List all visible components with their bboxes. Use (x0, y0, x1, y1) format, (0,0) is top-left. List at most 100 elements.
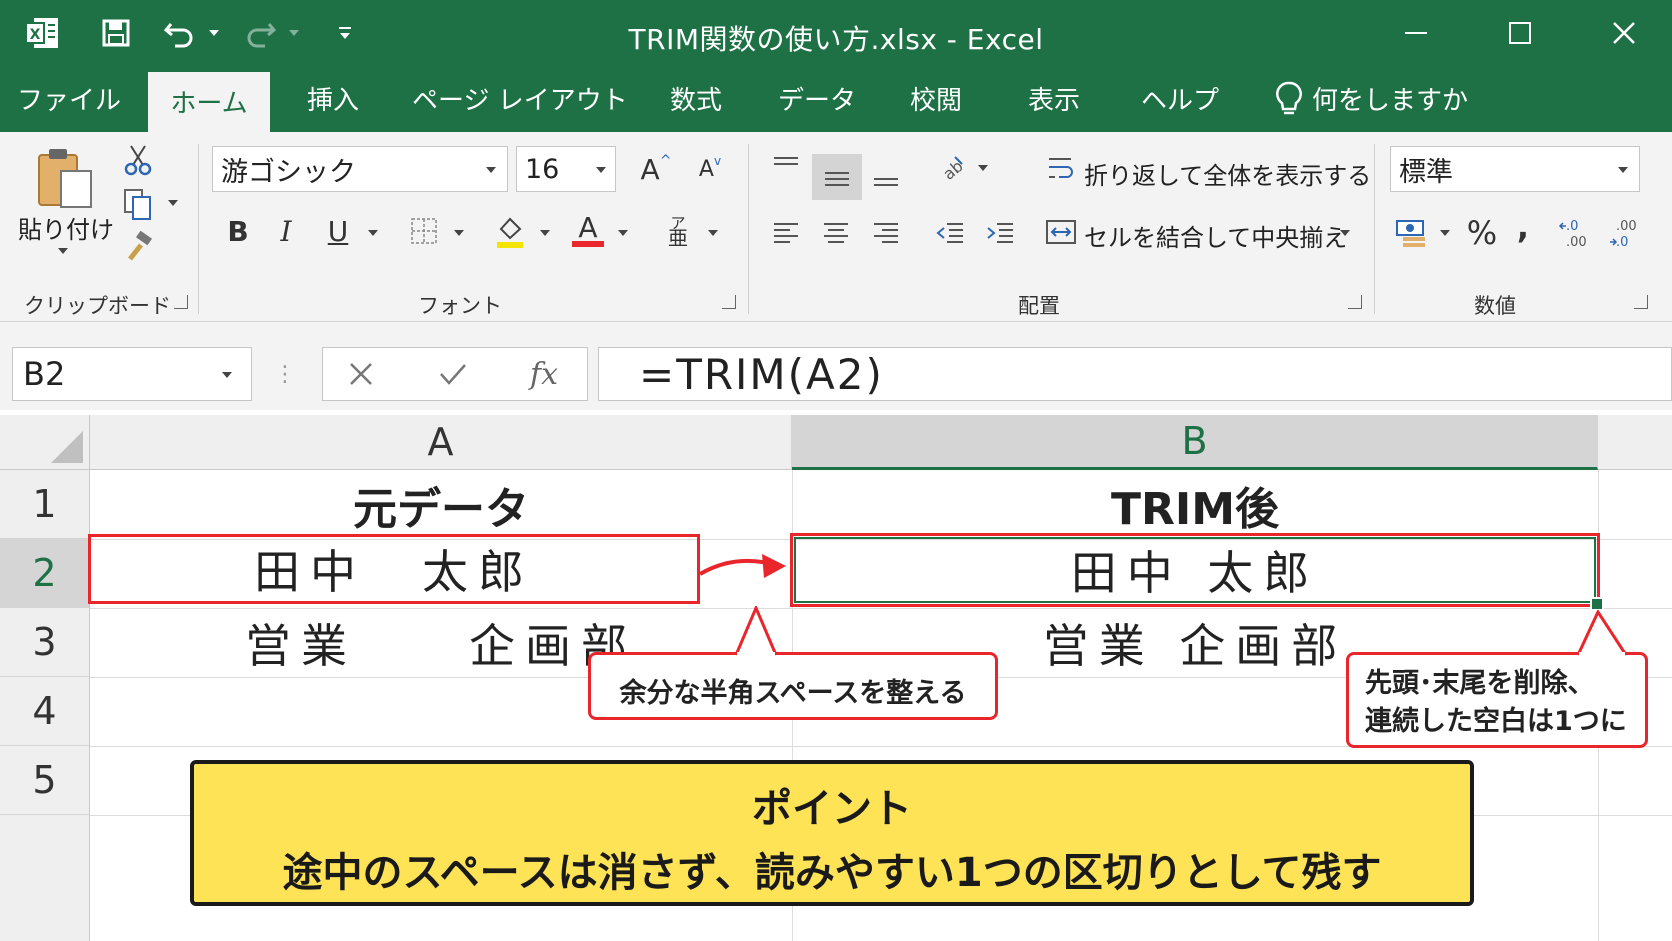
font-name-dropdown[interactable]: 游ゴシック (212, 146, 508, 192)
tab-home[interactable]: ホーム (148, 72, 270, 132)
increase-indent-icon[interactable] (980, 210, 1020, 256)
font-size-chevron-icon[interactable] (596, 167, 606, 173)
column-header-a[interactable]: A (90, 415, 792, 470)
comma-style-icon[interactable]: , (1508, 204, 1538, 250)
merge-center-label[interactable]: セルを結合して中央揃え (1084, 218, 1347, 253)
cancel-entry-icon[interactable] (341, 354, 381, 394)
number-launcher-icon[interactable] (1634, 295, 1648, 309)
alignment-launcher-icon[interactable] (1348, 295, 1362, 309)
number-format-value: 標準 (1399, 156, 1453, 188)
column-header-c[interactable] (1598, 415, 1672, 470)
insert-function-icon[interactable]: fx (519, 352, 569, 396)
name-box-chevron-icon[interactable] (222, 372, 232, 378)
enter-check-icon[interactable] (433, 354, 473, 394)
column-header-b[interactable]: B (792, 415, 1598, 470)
accounting-format-icon[interactable] (1392, 212, 1432, 254)
select-all-corner[interactable] (0, 415, 90, 470)
decrease-decimal-icon[interactable]: .00.0 (1606, 210, 1646, 256)
align-middle-icon[interactable] (812, 154, 862, 200)
merge-center-icon[interactable] (1044, 212, 1078, 252)
maximize-icon[interactable] (1490, 14, 1550, 52)
tab-insert[interactable]: 挿入 (288, 66, 378, 132)
wrap-text-icon[interactable] (1046, 150, 1076, 186)
increase-decimal-icon[interactable]: .0.00 (1556, 210, 1596, 256)
tab-review[interactable]: 校閲 (894, 66, 978, 132)
row-header-6[interactable] (0, 815, 90, 941)
font-color-icon[interactable]: A (568, 208, 608, 254)
svg-text:.00: .00 (1566, 235, 1587, 250)
svg-text:ab: ab (939, 156, 965, 183)
row-header-4[interactable]: 4 (0, 677, 90, 746)
align-bottom-icon[interactable] (866, 154, 906, 200)
svg-text:.0: .0 (1566, 219, 1578, 234)
wrap-text-label[interactable]: 折り返して全体を表示する (1084, 156, 1371, 191)
align-left-icon[interactable] (766, 210, 806, 256)
underline-icon[interactable]: U (318, 208, 358, 254)
italic-icon[interactable]: I (266, 208, 306, 254)
row-header-1[interactable]: 1 (0, 470, 90, 539)
cell-b1[interactable]: TRIM後 (792, 470, 1598, 539)
tab-help[interactable]: ヘルプ (1132, 66, 1228, 132)
paste-dropdown-icon[interactable] (58, 248, 68, 254)
tab-view[interactable]: 表示 (1012, 66, 1096, 132)
borders-icon[interactable] (404, 208, 444, 254)
accounting-dropdown-icon[interactable] (1440, 230, 1450, 236)
callout-right-line1: 先頭･末尾を削除、 (1365, 668, 1595, 699)
alignment-group-label: 配置 (1018, 294, 1060, 318)
close-icon[interactable] (1594, 14, 1654, 52)
format-painter-icon[interactable] (118, 228, 158, 268)
borders-dropdown-icon[interactable] (454, 230, 464, 236)
align-top-icon[interactable] (766, 146, 806, 186)
increase-font-size-icon[interactable]: A ^ (636, 146, 676, 192)
paste-icon[interactable] (30, 142, 100, 214)
font-launcher-icon[interactable] (722, 295, 736, 309)
orientation-icon[interactable]: ab (930, 146, 970, 190)
align-right-icon[interactable] (866, 210, 906, 256)
row-header-3[interactable]: 3 (0, 608, 90, 677)
row-header-5[interactable]: 5 (0, 746, 90, 815)
point-text: 途中のスペースは消さず、読みやすい1つの区切りとして残す (282, 850, 1382, 896)
copy-dropdown-icon[interactable] (168, 200, 178, 206)
fill-color-icon[interactable] (490, 208, 530, 254)
font-name-value: 游ゴシック (221, 156, 356, 188)
tell-me-search[interactable]: 何をしますか (1312, 66, 1468, 132)
percent-style-icon[interactable]: % (1462, 210, 1502, 256)
formula-value: =TRIM(A2) (639, 349, 884, 399)
align-center-icon[interactable] (816, 210, 856, 256)
formula-bar-splitter-icon[interactable]: ⋮ (274, 352, 296, 396)
row-header-2[interactable]: 2 (0, 539, 90, 608)
orientation-dropdown-icon[interactable] (978, 165, 988, 171)
ribbon-tabs: ファイル ホーム 挿入 ページ レイアウト 数式 データ 校閲 表示 ヘルプ 何… (0, 66, 1672, 132)
merge-dropdown-icon[interactable] (1340, 230, 1350, 236)
group-divider (198, 144, 199, 314)
font-color-dropdown-icon[interactable] (618, 230, 628, 236)
tab-file[interactable]: ファイル (14, 66, 124, 132)
minimize-icon[interactable] (1386, 14, 1446, 52)
tab-page-layout[interactable]: ページ レイアウト (412, 66, 628, 132)
number-format-chevron-icon[interactable] (1618, 167, 1628, 173)
decrease-indent-icon[interactable] (930, 210, 970, 256)
formula-input[interactable]: =TRIM(A2) (598, 347, 1672, 401)
number-format-dropdown[interactable]: 標準 (1390, 146, 1640, 192)
clipboard-launcher-icon[interactable] (174, 295, 188, 309)
callout-left-pointer (734, 606, 778, 656)
callout-right-line2: 連続した空白は1つに (1365, 706, 1627, 737)
cut-icon[interactable] (118, 140, 158, 180)
font-name-chevron-icon[interactable] (486, 167, 496, 173)
name-box[interactable]: B2 (12, 347, 252, 401)
paste-label[interactable]: 貼り付け (18, 210, 114, 245)
cell-a2[interactable]: 田中 太郎 (88, 534, 700, 604)
phonetic-dropdown-icon[interactable] (708, 230, 718, 236)
cell-a1[interactable]: 元データ (90, 470, 792, 539)
decrease-font-size-icon[interactable]: Av (690, 146, 730, 192)
formula-buttons: fx (322, 347, 588, 401)
lightbulb-icon[interactable] (1264, 66, 1314, 132)
underline-dropdown-icon[interactable] (368, 230, 378, 236)
tab-formulas[interactable]: 数式 (654, 66, 738, 132)
fill-color-dropdown-icon[interactable] (540, 230, 550, 236)
tab-data[interactable]: データ (772, 66, 862, 132)
phonetic-guide-icon[interactable]: ア亜 (660, 208, 696, 254)
copy-icon[interactable] (118, 184, 158, 224)
bold-icon[interactable]: B (218, 208, 258, 254)
title-bar: X TRIM関数の使い方.xlsx - Excel (0, 0, 1672, 66)
